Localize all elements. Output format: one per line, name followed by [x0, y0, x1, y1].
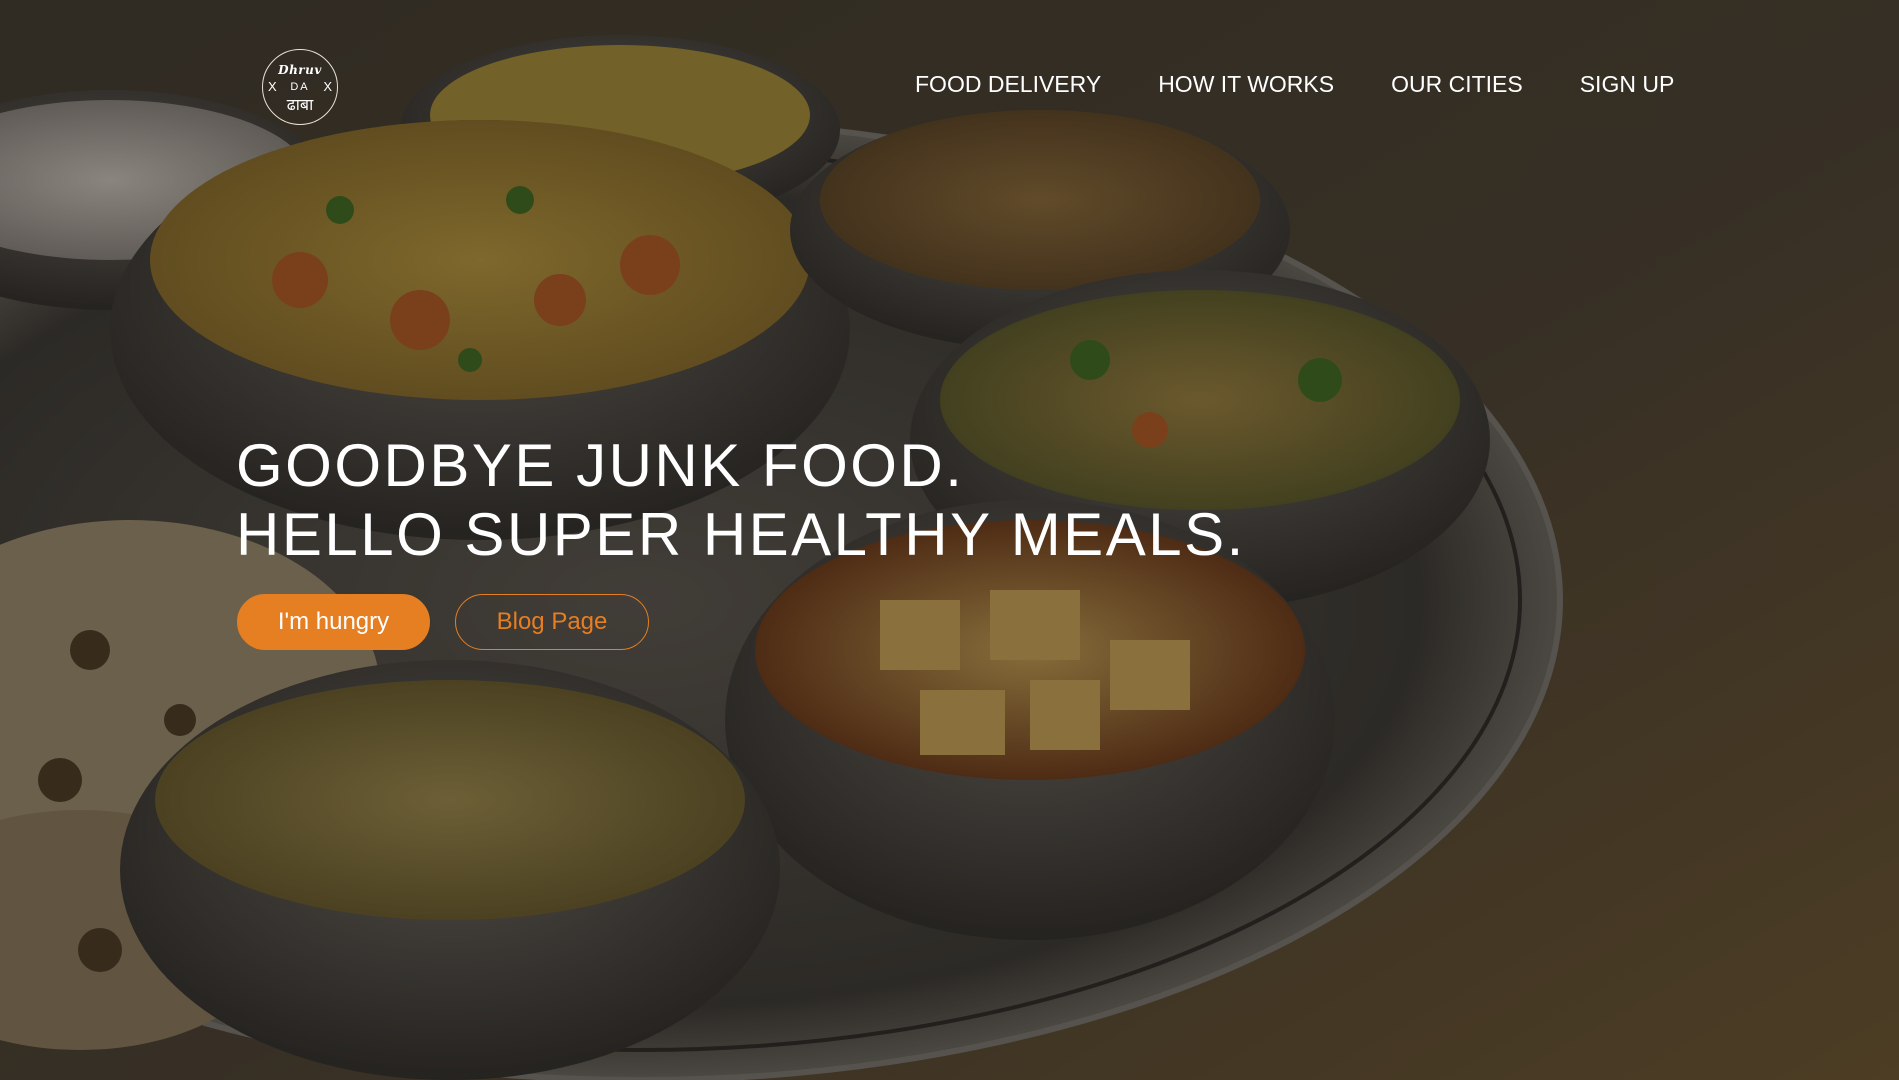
hero-headline-line1: GOODBYE JUNK FOOD.	[236, 432, 965, 499]
nav-link-food-delivery[interactable]: FOOD DELIVERY	[915, 70, 1101, 98]
nav-link-our-cities[interactable]: OUR CITIES	[1391, 70, 1523, 98]
logo-text-name: Dhruv	[278, 63, 322, 77]
im-hungry-button[interactable]: I'm hungry	[237, 594, 430, 650]
hero-headline: GOODBYE JUNK FOOD. HELLO SUPER HEALTHY M…	[236, 431, 1246, 569]
cutlery-right-icon: X	[323, 79, 332, 94]
blog-page-button[interactable]: Blog Page	[455, 594, 649, 650]
logo[interactable]: Dhruv X DA X ढाबा	[262, 49, 338, 125]
logo-text-dhaba: ढाबा	[286, 95, 314, 114]
hero-section: Dhruv X DA X ढाबा FOOD DELIVERY HOW IT W…	[0, 0, 1899, 1080]
nav-link-sign-up[interactable]: SIGN UP	[1580, 70, 1675, 98]
main-nav: FOOD DELIVERY HOW IT WORKS OUR CITIES SI…	[915, 70, 1674, 98]
nav-link-how-it-works[interactable]: HOW IT WORKS	[1158, 70, 1334, 98]
hero-headline-line2: HELLO SUPER HEALTHY MEALS.	[236, 501, 1246, 568]
